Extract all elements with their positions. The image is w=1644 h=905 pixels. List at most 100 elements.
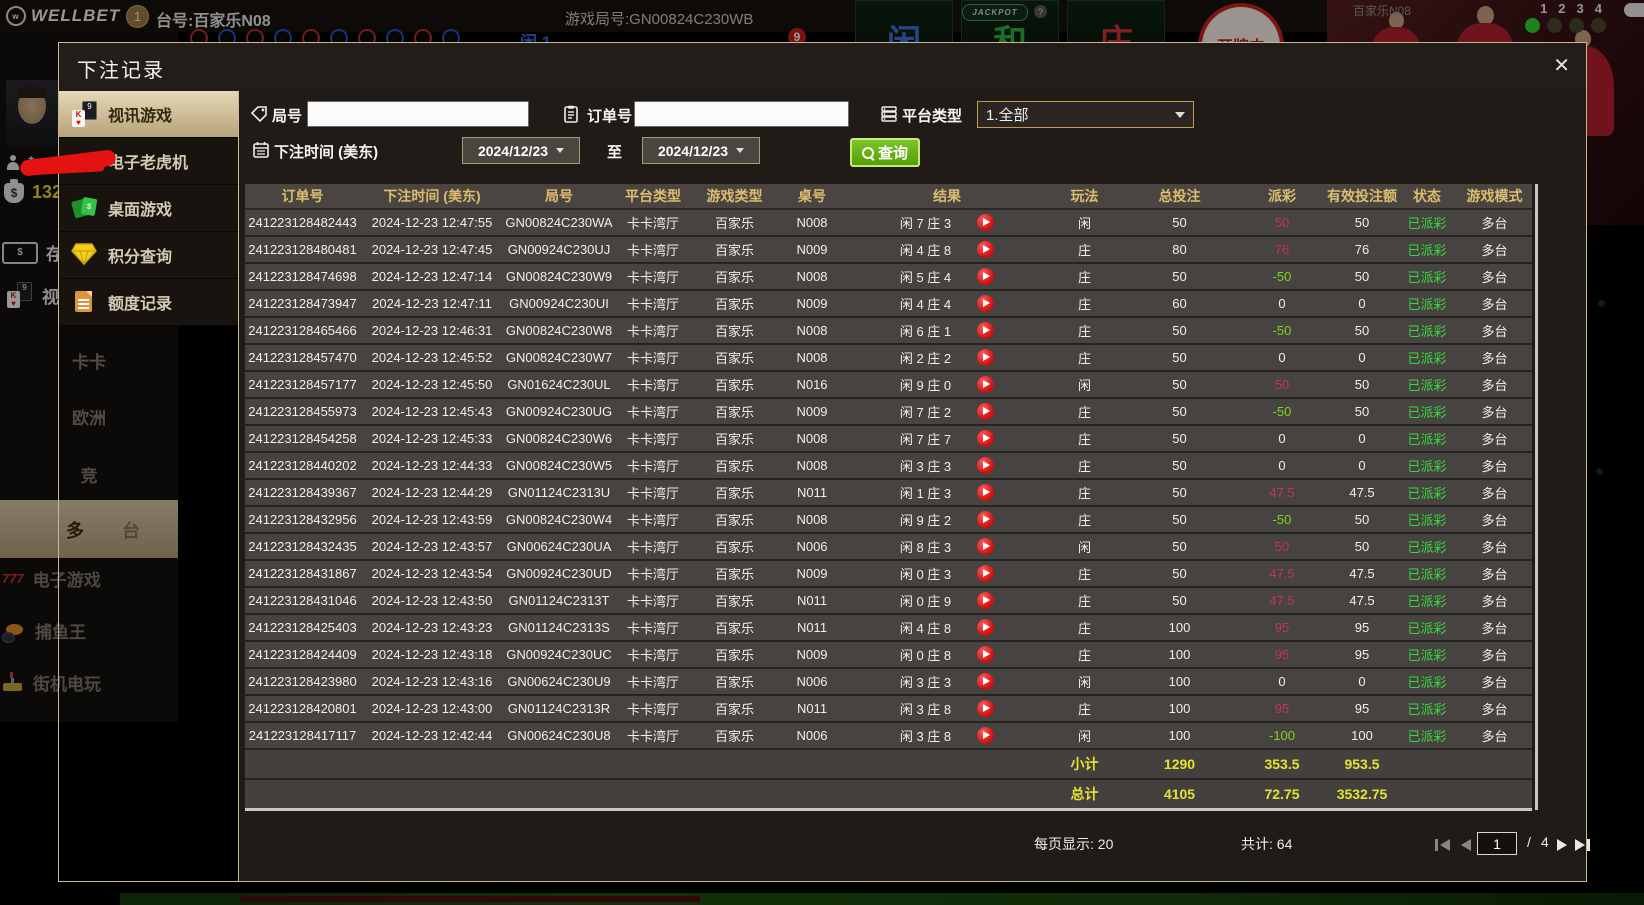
replay-video-icon[interactable] (977, 295, 995, 312)
cell-bet-time: 2024-12-23 12:43:50 (360, 587, 504, 615)
col-header-total-bet: 总投注 (1122, 184, 1237, 210)
cell-total-bet: 100 (1122, 668, 1237, 696)
replay-video-icon[interactable] (977, 322, 995, 339)
cell-table-no: N011 (777, 587, 847, 615)
cell-table-no: N008 (777, 452, 847, 480)
page-number-input[interactable]: 1 (1477, 832, 1517, 855)
replay-video-icon[interactable] (977, 592, 995, 609)
cell-game-type: 百家乐 (692, 425, 777, 453)
page-separator: / (1527, 834, 1531, 850)
first-page-button[interactable] (1435, 839, 1450, 851)
empty-cell (692, 749, 777, 780)
cell-result: 闲 6 庄 1 (847, 317, 1047, 345)
cell-game-type: 百家乐 (692, 398, 777, 426)
cell-round-no: GN01124C2313S (504, 614, 614, 642)
cell-order-no: 241223128423980 (245, 668, 360, 696)
replay-video-icon[interactable] (977, 565, 995, 582)
cell-total-bet: 100 (1122, 695, 1237, 723)
prev-page-button[interactable] (1461, 839, 1471, 851)
cell-table-no: N006 (777, 668, 847, 696)
tag-icon (250, 105, 268, 123)
platform-list-icon (880, 105, 898, 123)
cell-payout: -50 (1237, 263, 1327, 291)
cell-total-bet: 50 (1122, 452, 1237, 480)
cell-valid-bet: 0 (1327, 344, 1397, 372)
cell-bet-type: 庄 (1047, 560, 1122, 588)
replay-video-icon[interactable] (977, 214, 995, 231)
replay-video-icon[interactable] (977, 430, 995, 447)
cell-bet-type: 庄 (1047, 614, 1122, 642)
cell-valid-bet: 95 (1327, 695, 1397, 723)
replay-video-icon[interactable] (977, 538, 995, 555)
replay-video-icon[interactable] (977, 646, 995, 663)
date-from-select[interactable]: 2024/12/23 (462, 137, 580, 164)
cell-table-no: N016 (777, 371, 847, 399)
order-filter-input[interactable] (634, 101, 849, 127)
cell-bet-type: 闲 (1047, 209, 1122, 237)
replay-video-icon[interactable] (977, 376, 995, 393)
cell-game-type: 百家乐 (692, 722, 777, 750)
cell-game-mode: 多台 (1457, 641, 1532, 669)
col-header-payout: 派彩 (1237, 184, 1327, 210)
replay-video-icon[interactable] (977, 673, 995, 690)
cell-status: 已派彩 (1397, 560, 1457, 588)
close-icon[interactable]: ✕ (1553, 53, 1570, 78)
cell-payout: 95 (1237, 614, 1327, 642)
nav-tab-video-games[interactable]: 9 K ♥ 视讯游戏 (59, 91, 238, 138)
replay-video-icon[interactable] (977, 511, 995, 528)
bet-record-row: 241223128420801 2024-12-23 12:43:00 GN0112… (245, 695, 1532, 723)
replay-video-icon[interactable] (977, 457, 995, 474)
replay-video-icon[interactable] (977, 403, 995, 420)
cell-bet-time: 2024-12-23 12:45:52 (360, 344, 504, 372)
cell-bet-time: 2024-12-23 12:45:33 (360, 425, 504, 453)
cell-total-bet: 50 (1122, 479, 1237, 507)
cell-bet-type: 闲 (1047, 722, 1122, 750)
cell-game-mode: 多台 (1457, 452, 1532, 480)
last-page-button[interactable] (1575, 839, 1590, 851)
cell-game-type: 百家乐 (692, 668, 777, 696)
chevron-down-icon (1175, 111, 1185, 118)
platform-select[interactable]: 1.全部 (977, 101, 1194, 128)
empty-cell (245, 749, 360, 780)
total-count-label: 共计: 64 (1241, 836, 1293, 852)
cell-platform: 卡卡湾厅 (614, 641, 692, 669)
replay-video-icon[interactable] (977, 268, 995, 285)
replay-video-icon[interactable] (977, 241, 995, 258)
search-button[interactable]: 查询 (850, 138, 920, 167)
cell-order-no: 241223128473947 (245, 290, 360, 318)
cell-bet-time: 2024-12-23 12:43:59 (360, 506, 504, 534)
table-scrollbar[interactable] (1535, 184, 1538, 810)
cell-order-no: 241223128424409 (245, 641, 360, 669)
replay-video-icon[interactable] (977, 484, 995, 501)
cell-round-no: GN00624C230U9 (504, 668, 614, 696)
cell-valid-bet: 50 (1327, 317, 1397, 345)
bet-time-filter-label: 下注时间 (美东) (274, 144, 379, 161)
cell-status: 已派彩 (1397, 695, 1457, 723)
cell-payout: 50 (1237, 533, 1327, 561)
cell-round-no: GN00824C230W7 (504, 344, 614, 372)
nav-tab-table-games[interactable]: $ 桌面游戏 (59, 185, 238, 232)
bet-record-row: 241223128474698 2024-12-23 12:47:14 GN0082… (245, 263, 1532, 291)
replay-video-icon[interactable] (977, 700, 995, 717)
cell-total-bet: 50 (1122, 263, 1237, 291)
empty-cell (360, 779, 504, 811)
nav-tab-points-query[interactable]: 积分查询 (59, 232, 238, 279)
cell-status: 已派彩 (1397, 722, 1457, 750)
cell-bet-type: 庄 (1047, 398, 1122, 426)
next-page-button[interactable] (1557, 839, 1567, 851)
col-header-game-type: 游戏类型 (692, 184, 777, 210)
nav-tab-quota-records[interactable]: 额度记录 (59, 279, 238, 326)
cell-status: 已派彩 (1397, 290, 1457, 318)
modal-nav: 9K♥ 视讯游戏 777 电子老虎机 $ 桌面游戏 积分查询 额度记录 (59, 91, 238, 881)
cell-total-bet: 50 (1122, 398, 1237, 426)
replay-video-icon[interactable] (977, 727, 995, 744)
date-to-select[interactable]: 2024/12/23 (642, 137, 760, 164)
round-filter-input[interactable] (307, 101, 529, 127)
replay-video-icon[interactable] (977, 619, 995, 636)
cell-bet-type: 庄 (1047, 236, 1122, 264)
clipboard-icon (562, 105, 580, 123)
replay-video-icon[interactable] (977, 349, 995, 366)
empty-cell (777, 779, 847, 811)
cell-bet-type: 闲 (1047, 371, 1122, 399)
cell-total-bet: 50 (1122, 506, 1237, 534)
